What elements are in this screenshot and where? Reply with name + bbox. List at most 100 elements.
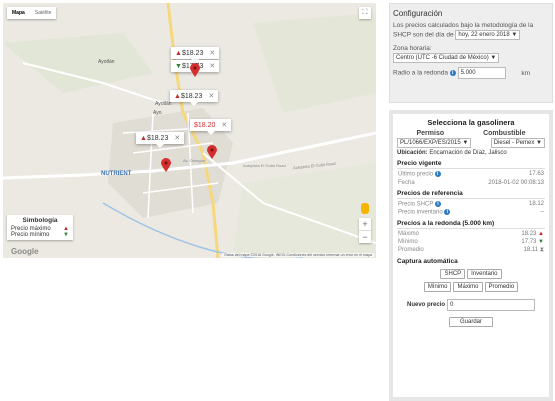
zoom-control[interactable]: + − [359, 218, 371, 243]
nuevo-precio-input[interactable]: 0 [447, 298, 535, 311]
map-pin-icon[interactable] [207, 145, 217, 159]
guardar-button[interactable]: Guardar [449, 316, 493, 327]
infowindow-price: $18.23 [180, 93, 203, 100]
fullscreen-icon[interactable]: ⛶ [359, 7, 371, 19]
fecha-row: Fecha 2018-01-02 00:08:13 [397, 180, 545, 186]
map-view[interactable]: Mapa Satélite ⛶ Ayotlán Ayotlán Ayo NUTR… [3, 3, 376, 258]
maximo-button[interactable]: Máximo [453, 281, 483, 292]
section-captura: Captura automática [397, 257, 458, 265]
promedio-label: Promedio [398, 246, 424, 253]
map-attribution[interactable]: Datos del mapa ©2018 Google, INEGI Condi… [222, 253, 374, 257]
permiso-value: PL/1066/EXP/ES/2015 [400, 140, 461, 146]
minimo-value: 17.73 [521, 238, 537, 245]
radius-label: Radio a la redonda [393, 69, 448, 77]
pegman-icon[interactable] [361, 203, 369, 214]
fecha-value: 2018-01-02 00:08:13 [488, 179, 544, 186]
price-infowindow[interactable]: ▲$18.23 ✕ [171, 47, 220, 63]
permiso-select[interactable]: PL/1066/EXP/ES/2015 ▼ [397, 138, 472, 148]
info-icon[interactable]: i [449, 70, 456, 76]
triangle-up-icon: ▲ [140, 135, 147, 142]
section-vigente: Precio vigente [397, 159, 545, 169]
shcp-value: 18.12 [528, 200, 544, 207]
infowindow-price: $18.23 [181, 50, 204, 57]
map-type-control[interactable]: Mapa Satélite [7, 7, 57, 19]
ultimo-label: Último precio [398, 171, 434, 178]
close-icon[interactable]: ✕ [209, 50, 215, 57]
google-logo: Google [11, 247, 39, 256]
permiso-label: Permiso [416, 130, 445, 137]
inventario-button[interactable]: Inventario [467, 268, 502, 279]
legend-min-row: Precio mínimo ▼ [11, 232, 69, 238]
maximo-row: Máximo 18.23 ▲ [397, 231, 545, 237]
triangle-down-icon: ▼ [175, 63, 182, 70]
radius-input[interactable]: 5.000 [457, 67, 506, 79]
fecha-label: Fecha [398, 179, 415, 186]
price-infowindow-selected[interactable]: $18.20 ✕ [190, 119, 232, 135]
place-label-nutrient: NUTRIENT [101, 171, 132, 177]
price-infowindow[interactable]: ▲$18.23 ✕ [136, 132, 185, 148]
shcp-row: Precio SHCP i 18.12 [397, 200, 545, 208]
timezone-label: Zona horaria: [393, 45, 432, 52]
place-label: Ayotlán [98, 59, 115, 65]
triangle-up-icon: ▲ [538, 230, 544, 237]
config-panel: Configuración Los precios calculados baj… [389, 3, 553, 103]
info-icon[interactable]: i [434, 171, 441, 177]
date-select[interactable]: hoy, 22 enero 2018 ▼ [455, 30, 521, 40]
map-type-map-button[interactable]: Mapa [7, 7, 30, 19]
legend-min-label: Precio mínimo [11, 232, 50, 238]
radius-unit: km [521, 69, 531, 77]
legend-title: Simbología [22, 217, 58, 224]
section-referencia: Precios de referencia [397, 189, 545, 199]
shcp-button[interactable]: SHCP [440, 268, 466, 279]
map-type-satellite-button[interactable]: Satélite [30, 7, 57, 19]
ubicacion-label: Ubicación: [397, 150, 428, 156]
station-title: Selecciona la gasolinera [427, 118, 515, 127]
date-select-value: hoy, 22 enero 2018 [458, 32, 510, 38]
map-legend: Simbología Precio máximo ▲ Precio mínimo ▼ [7, 215, 73, 240]
combustible-label: Combustible [483, 130, 526, 137]
ultimo-value: 17.63 [528, 171, 544, 177]
section-redonda: Precios a la redonda (5.000 km) [397, 219, 545, 229]
price-infowindow[interactable]: ▲$18.23 ✕ [170, 90, 219, 106]
ultimo-precio-row: Último precio i 17.63 [397, 171, 545, 178]
close-icon[interactable]: ✕ [208, 93, 214, 100]
inventario-row: Precio inventario i – [397, 209, 545, 216]
zoom-in-button[interactable]: + [359, 218, 371, 230]
promedio-button[interactable]: Promedio [484, 281, 519, 292]
info-icon[interactable]: i [434, 200, 441, 207]
map-pin-icon[interactable] [190, 63, 200, 77]
combustible-select[interactable]: Diesel - Pemex ▼ [490, 138, 545, 148]
infowindow-price: $18.23 [146, 135, 169, 142]
ubicacion: Ubicación: Encarnación de Díaz, Jalisco [397, 150, 545, 156]
minimo-row: Mínimo 17.73 ▼ [397, 239, 545, 245]
triangle-up-icon: ▲ [175, 50, 182, 57]
inventario-label: Precio inventario [398, 209, 443, 216]
close-icon[interactable]: ✕ [174, 135, 180, 142]
info-icon[interactable]: i [444, 209, 451, 216]
config-description: Los precios calculados bajo la metodolog… [393, 21, 549, 40]
road-label: Av. Obregón [183, 158, 206, 163]
combustible-value: Diesel - Pemex [493, 140, 535, 146]
shcp-label: Precio SHCP [398, 201, 434, 208]
station-panel: Selecciona la gasolinera Permiso Combust… [389, 110, 553, 401]
ubicacion-value: Encarnación de Díaz, Jalisco [429, 150, 507, 156]
timezone-select[interactable]: Centro (UTC -6 Ciudad de México) ▼ [393, 53, 500, 63]
triangle-down-icon: ▼ [538, 238, 544, 245]
close-icon[interactable]: ✕ [209, 63, 215, 70]
road-label: Autopista El Guitó Road [243, 163, 286, 168]
triangle-up-icon: ▲ [174, 93, 181, 100]
inventario-value: – [540, 209, 544, 216]
map-pin-icon[interactable] [161, 158, 171, 172]
minimo-label: Mínimo [398, 238, 418, 245]
hourglass-icon: ⧗ [539, 246, 544, 253]
minimo-button[interactable]: Mínimo [423, 281, 452, 292]
config-title: Configuración [393, 9, 443, 18]
maximo-value: 18.23 [521, 230, 537, 237]
zoom-out-button[interactable]: − [359, 230, 371, 243]
infowindow-price: $18.20 [194, 122, 216, 129]
promedio-value: 18.11 [523, 246, 539, 253]
place-label: Ayo [153, 110, 162, 116]
maximo-label: Máximo [398, 230, 420, 237]
triangle-down-icon: ▼ [63, 232, 69, 238]
close-icon[interactable]: ✕ [221, 122, 227, 129]
